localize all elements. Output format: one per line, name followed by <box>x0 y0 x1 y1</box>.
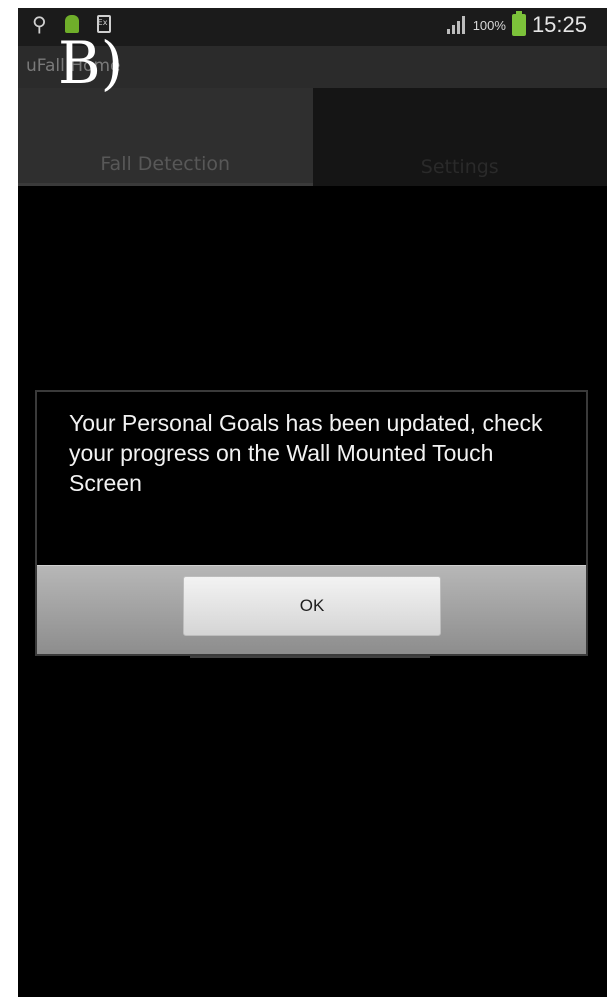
clock: 15:25 <box>531 12 587 37</box>
system-indicators: 100% 15:25 <box>446 11 587 38</box>
tab-settings[interactable]: Settings <box>312 88 607 186</box>
usb-icon: ⚲ <box>32 12 47 36</box>
tab-fall-detection[interactable]: Fall Detection <box>18 88 313 186</box>
background-divider <box>190 656 430 658</box>
tab-bar: Fall Detection Settings <box>18 88 607 186</box>
battery-percent: 100% <box>472 17 506 33</box>
ok-button[interactable]: OK <box>183 576 441 636</box>
figure-label: B) <box>58 29 124 97</box>
dialog-message: Your Personal Goals has been updated, ch… <box>69 410 543 496</box>
signal-icon <box>446 16 467 34</box>
tab-label: Settings <box>420 156 499 178</box>
alert-dialog: Your Personal Goals has been updated, ch… <box>35 390 588 656</box>
phone-screen: ⚲ 100% 15:25 uFall Home Fall Detection S… <box>18 8 607 997</box>
tab-label: Fall Detection <box>100 153 231 175</box>
battery-icon <box>511 11 526 36</box>
dialog-button-bar: OK <box>37 565 586 654</box>
